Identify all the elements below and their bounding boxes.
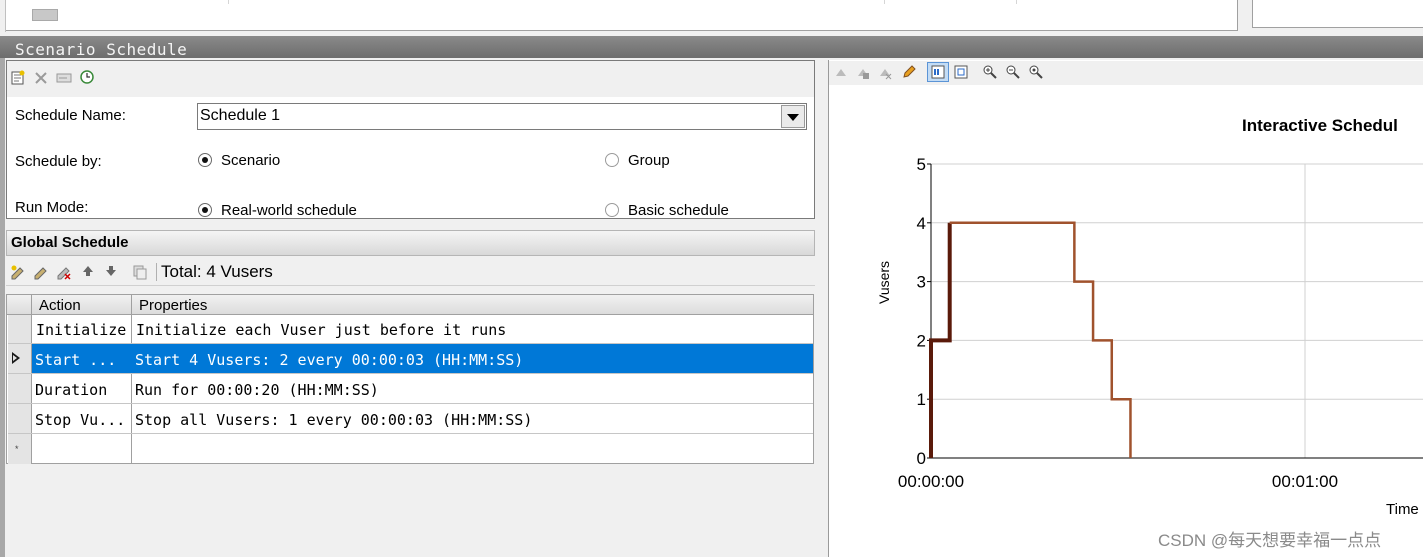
grid-header-clip: Action Properties [7, 295, 813, 314]
schedule-actions-grid [6, 294, 814, 464]
total-vusers: Total: 4 Vusers [161, 262, 273, 281]
table-row-properties[interactable]: Stop all Vusers: 1 every 00:00:03 (HH:MM… [135, 411, 532, 429]
radio-real-world-label: Real-world schedule [221, 203, 357, 218]
y-tick-label: 5 [917, 155, 926, 174]
copy-icon[interactable] [132, 264, 148, 280]
table-row-action[interactable]: Duration [35, 381, 107, 399]
schedule-chart[interactable]: 0 1 2 3 4 5 00:00:00 00:01:00 [898, 150, 1423, 491]
radio-basic-label: Basic schedule [628, 203, 729, 218]
radio-group[interactable] [605, 153, 619, 167]
rename-icon[interactable] [56, 71, 72, 85]
delete-icon[interactable] [34, 71, 48, 85]
page-title: Scenario Schedule [15, 40, 188, 59]
top-grid-row-header [0, 0, 6, 32]
new-schedule-icon[interactable] [10, 70, 26, 86]
graph-toolbar [829, 61, 1423, 85]
global-schedule-toolbar [6, 257, 815, 286]
y-tick-label: 1 [917, 390, 926, 409]
table-row-action[interactable]: Start ... [35, 351, 116, 369]
radio-real-world[interactable] [198, 203, 212, 217]
move-down-icon[interactable] [104, 264, 118, 278]
table-row-properties[interactable]: Start 4 Vusers: 2 every 00:00:03 (HH:MM:… [135, 351, 523, 369]
zoom-in-icon[interactable] [982, 64, 998, 80]
edit-action-icon[interactable] [33, 264, 49, 280]
row-separator [8, 403, 813, 404]
y-tick-label: 0 [917, 449, 926, 468]
graph-2-icon[interactable] [856, 66, 870, 80]
toolbar-separator [156, 263, 157, 281]
row-separator [8, 373, 813, 374]
title-bar [0, 36, 1423, 58]
x-tick-label: 00:00:00 [898, 472, 964, 491]
zoom-out-icon[interactable] [1005, 64, 1021, 80]
schedule-name-label: Schedule Name: [15, 107, 126, 124]
graph-1-icon[interactable] [834, 66, 848, 80]
table-row-properties[interactable]: Initialize each Vuser just before it run… [136, 321, 506, 339]
row-header-column [8, 315, 31, 464]
radio-scenario-label: Scenario [221, 152, 281, 169]
radio-scenario[interactable] [198, 153, 212, 167]
fit-icon[interactable] [953, 64, 969, 80]
column-divider [884, 0, 885, 4]
schedule-by-label: Schedule by: [15, 153, 102, 170]
y-tick-label: 2 [917, 331, 926, 350]
table-row-properties[interactable]: Run for 00:00:20 (HH:MM:SS) [135, 381, 379, 399]
watermark: CSDN @每天想要幸福一点点 [1158, 531, 1382, 550]
row-separator [8, 433, 813, 434]
new-row-marker: * [15, 444, 19, 454]
column-separator [31, 295, 32, 464]
radio-basic[interactable] [605, 203, 619, 217]
schedule-toolbar [7, 61, 814, 97]
graph-3-icon[interactable] [878, 66, 892, 80]
legend-icon[interactable] [930, 64, 946, 80]
column-header-action[interactable]: Action [39, 297, 81, 314]
x-tick-label: 00:01:00 [1272, 472, 1338, 491]
table-row-action[interactable]: Stop Vu... [35, 411, 125, 429]
delete-action-icon[interactable] [56, 264, 72, 280]
column-separator [131, 295, 132, 464]
schedule-clock-icon[interactable] [79, 69, 95, 85]
series-line-1 [929, 222, 952, 458]
y-tick-label: 3 [917, 273, 926, 292]
row-separator [8, 343, 813, 344]
schedule-name-select[interactable] [197, 103, 807, 130]
top-grid-panel [0, 0, 1238, 31]
y-axis-label: Vusers [876, 260, 892, 304]
chevron-down-icon [787, 114, 799, 121]
global-schedule-title: Global Schedule [11, 234, 129, 251]
column-header-properties[interactable]: Properties [139, 297, 207, 314]
y-tick-label: 4 [917, 214, 926, 233]
zoom-reset-icon[interactable] [1028, 64, 1044, 80]
chart-title: Interactive Schedul [1242, 116, 1398, 135]
schedule-name-value: Schedule 1 [200, 107, 281, 124]
x-axis-label: Time [1386, 501, 1419, 518]
radio-group-label: Group [628, 152, 670, 169]
table-row-action[interactable]: Initialize [36, 321, 126, 339]
row-pointer-inner [13, 355, 17, 361]
run-mode-row: Real-world schedule Basic schedule [7, 203, 814, 218]
horizontal-scrollbar-thumb[interactable] [32, 9, 58, 21]
top-right-panel [1252, 0, 1423, 28]
add-action-icon[interactable] [10, 264, 26, 280]
column-divider [1016, 0, 1017, 4]
move-up-icon[interactable] [81, 264, 95, 278]
column-divider [228, 0, 229, 4]
pencil-icon[interactable] [901, 64, 917, 80]
